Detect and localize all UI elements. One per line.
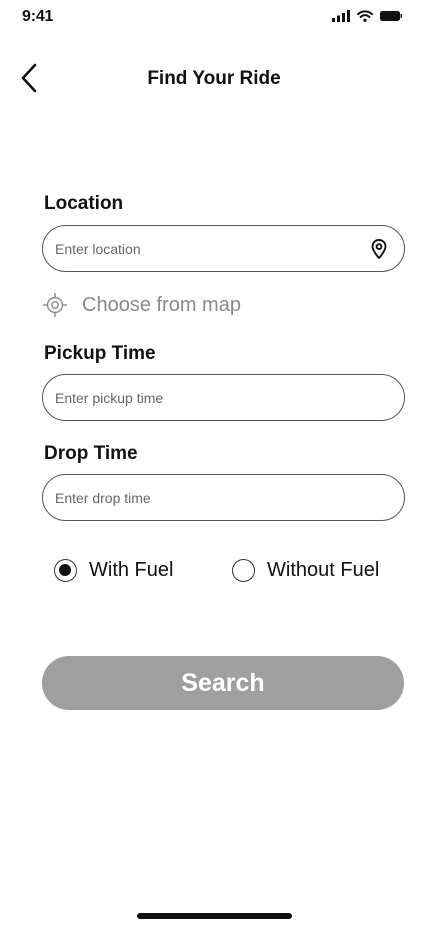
without-fuel-label: Without Fuel	[267, 558, 380, 581]
status-icons	[332, 10, 402, 22]
pickup-time-label: Pickup Time	[44, 343, 156, 364]
search-button[interactable]: Search	[42, 656, 404, 710]
drop-time-label: Drop Time	[44, 443, 138, 464]
without-fuel-radio[interactable]	[232, 558, 255, 582]
location-input[interactable]	[55, 226, 355, 271]
home-indicator	[137, 913, 292, 919]
wifi-icon	[357, 10, 373, 22]
battery-icon	[380, 11, 402, 21]
without-fuel-option[interactable]: Without Fuel	[232, 556, 379, 584]
location-pin-icon[interactable]	[368, 238, 390, 260]
drop-time-input[interactable]	[55, 475, 355, 520]
pickup-time-field	[42, 374, 405, 421]
status-bar: 9:41	[0, 0, 428, 34]
location-label: Location	[44, 193, 124, 214]
pickup-time-input[interactable]	[55, 375, 355, 420]
choose-from-map-label: Choose from map	[82, 293, 241, 316]
with-fuel-option[interactable]: With Fuel	[54, 556, 173, 584]
page-title: Find Your Ride	[147, 68, 281, 89]
choose-from-map-link[interactable]: Choose from map	[42, 289, 241, 321]
status-time: 9:41	[22, 8, 54, 25]
with-fuel-radio[interactable]	[54, 558, 77, 582]
cellular-signal-icon	[332, 10, 350, 22]
with-fuel-label: With Fuel	[89, 558, 174, 581]
location-field	[42, 225, 405, 272]
header: Find Your Ride	[0, 56, 428, 102]
drop-time-field	[42, 474, 405, 521]
crosshair-icon	[43, 293, 67, 317]
